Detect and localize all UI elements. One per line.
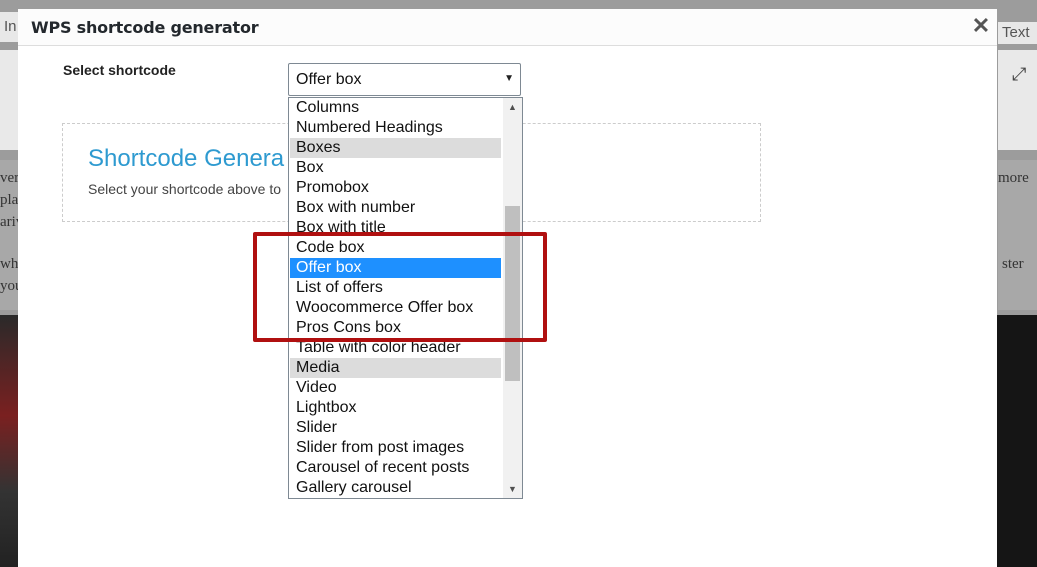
dropdown-option[interactable]: Numbered Headings — [290, 118, 501, 138]
background-tab-left: In — [0, 12, 18, 42]
dropdown-group-label: Media — [290, 358, 501, 378]
scroll-up-arrow-icon[interactable]: ▲ — [503, 98, 522, 116]
fullscreen-icon: ⤢ — [1012, 64, 1027, 84]
background-image-left — [0, 315, 18, 567]
background-image-right — [997, 315, 1037, 567]
dropdown-option[interactable]: Box with number — [290, 198, 501, 218]
dropdown-group-label: Boxes — [290, 138, 501, 158]
chevron-down-icon: ▼ — [504, 73, 514, 84]
scroll-down-arrow-icon[interactable]: ▼ — [503, 480, 522, 498]
background-text-line: ster — [1002, 256, 1024, 272]
shortcode-select[interactable]: Offer box ▼ — [288, 63, 521, 96]
annotation-highlight-box — [253, 232, 547, 342]
modal-header: WPS shortcode generator ✕ — [18, 9, 997, 46]
dropdown-option[interactable]: Box — [290, 158, 501, 178]
modal-title: WPS shortcode generator — [31, 18, 259, 37]
close-icon[interactable]: ✕ — [970, 15, 992, 37]
background-toolbar-left — [0, 50, 18, 150]
dropdown-option[interactable]: Columns — [290, 98, 501, 118]
dropdown-option[interactable]: Slider from post images — [290, 438, 501, 458]
background-text-line: ver — [0, 170, 20, 186]
dropdown-option[interactable]: Promobox — [290, 178, 501, 198]
background-text-line: pla — [0, 192, 19, 208]
dropdown-option[interactable]: Carousel of recent posts — [290, 458, 501, 478]
dropdown-option[interactable]: Gallery carousel — [290, 478, 501, 498]
background-tab-text: Text — [998, 22, 1037, 44]
dropdown-option[interactable]: Lightbox — [290, 398, 501, 418]
dropdown-option[interactable]: Video — [290, 378, 501, 398]
generator-subtitle: Select your shortcode above to — [88, 181, 282, 197]
select-value: Offer box — [296, 71, 362, 88]
dropdown-option[interactable]: Slider — [290, 418, 501, 438]
select-shortcode-label: Select shortcode — [63, 62, 176, 78]
generator-title: Shortcode Genera — [88, 145, 285, 172]
background-text-line: more — [998, 170, 1029, 186]
